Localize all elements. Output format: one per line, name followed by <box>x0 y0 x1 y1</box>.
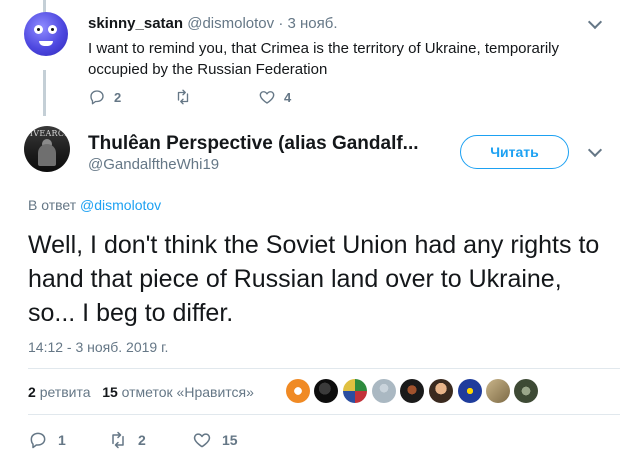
divider <box>28 414 620 415</box>
author-name[interactable]: Thulêan Perspective (alias Gandalf... <box>88 133 419 155</box>
chevron-down-icon[interactable] <box>587 142 603 158</box>
like-count: 4 <box>284 89 292 105</box>
reply-prefix: В ответ <box>28 197 77 213</box>
retweet-icon <box>112 431 124 449</box>
avatar-figure-body <box>38 144 56 166</box>
avatar-banner-text: SIVEARCH <box>24 129 70 138</box>
liker-avatar[interactable] <box>486 379 510 403</box>
reply-icon <box>30 432 46 449</box>
retweet-button[interactable] <box>174 88 200 106</box>
retweet-icon <box>177 89 189 105</box>
like-count: 15 <box>222 432 238 448</box>
likes-stat[interactable]: 15 отметок «Нравится» <box>102 384 254 400</box>
tweet-timestamp[interactable]: 14:12 - 3 нояб. 2019 г. <box>28 339 168 355</box>
author-name[interactable]: skinny_satan <box>88 15 183 32</box>
likers-avatars <box>286 379 538 404</box>
heart-icon <box>259 91 275 104</box>
avatar-eye-left <box>34 25 43 34</box>
follow-button[interactable]: Читать <box>460 135 569 169</box>
retweet-button[interactable]: 2 <box>108 430 146 450</box>
retweets-stat[interactable]: 2 ретвита <box>28 384 91 400</box>
divider <box>28 368 620 369</box>
tweet-text: I want to remind you, that Crimea is the… <box>88 40 560 78</box>
liker-avatar[interactable] <box>458 379 482 403</box>
liker-avatar[interactable] <box>314 379 338 403</box>
heart-icon <box>193 433 211 448</box>
like-button[interactable]: 15 <box>192 430 238 450</box>
parent-tweet[interactable]: skinny_satan @dismolotov · 3 нояб. I wan… <box>0 0 620 112</box>
tweet-actions: 1 2 15 <box>28 430 328 450</box>
avatar[interactable]: SIVEARCH <box>24 126 70 172</box>
liker-avatar[interactable] <box>429 379 453 403</box>
like-label: отметок «Нравится» <box>121 384 254 400</box>
tweet-actions: 2 4 <box>88 88 348 106</box>
author-handle[interactable]: @dismolotov <box>187 15 274 32</box>
like-button[interactable]: 4 <box>258 88 291 106</box>
reply-mention-link[interactable]: @dismolotov <box>80 197 161 213</box>
reply-count: 2 <box>114 89 122 105</box>
reply-button[interactable]: 1 <box>28 430 66 450</box>
reply-icon <box>90 90 104 105</box>
avatar[interactable] <box>24 12 68 56</box>
engagement-stats: 2 ретвита 15 отметок «Нравится» <box>28 384 254 400</box>
tweet-text: Well, I don't think the Soviet Union had… <box>28 231 600 327</box>
reply-context: В ответ @dismolotov <box>28 197 161 213</box>
reply-count: 1 <box>58 432 66 448</box>
liker-avatar[interactable] <box>514 379 538 403</box>
tweet-header: skinny_satan @dismolotov · 3 нояб. <box>88 15 338 32</box>
liker-avatar[interactable] <box>343 379 367 403</box>
avatar-eye-right <box>48 25 57 34</box>
retweet-total: 2 <box>28 384 36 400</box>
reply-button[interactable]: 2 <box>88 88 121 106</box>
avatar-mouth <box>39 41 53 46</box>
retweet-count: 2 <box>138 432 146 448</box>
liker-avatar[interactable] <box>372 379 396 403</box>
liker-avatar[interactable] <box>286 379 310 403</box>
author-handle[interactable]: @GandalftheWhi19 <box>88 156 219 173</box>
tweet-time[interactable]: · 3 нояб. <box>278 15 337 32</box>
chevron-down-icon[interactable] <box>587 14 603 30</box>
like-total: 15 <box>102 384 118 400</box>
liker-avatar[interactable] <box>400 379 424 403</box>
retweet-label: ретвита <box>39 384 91 400</box>
